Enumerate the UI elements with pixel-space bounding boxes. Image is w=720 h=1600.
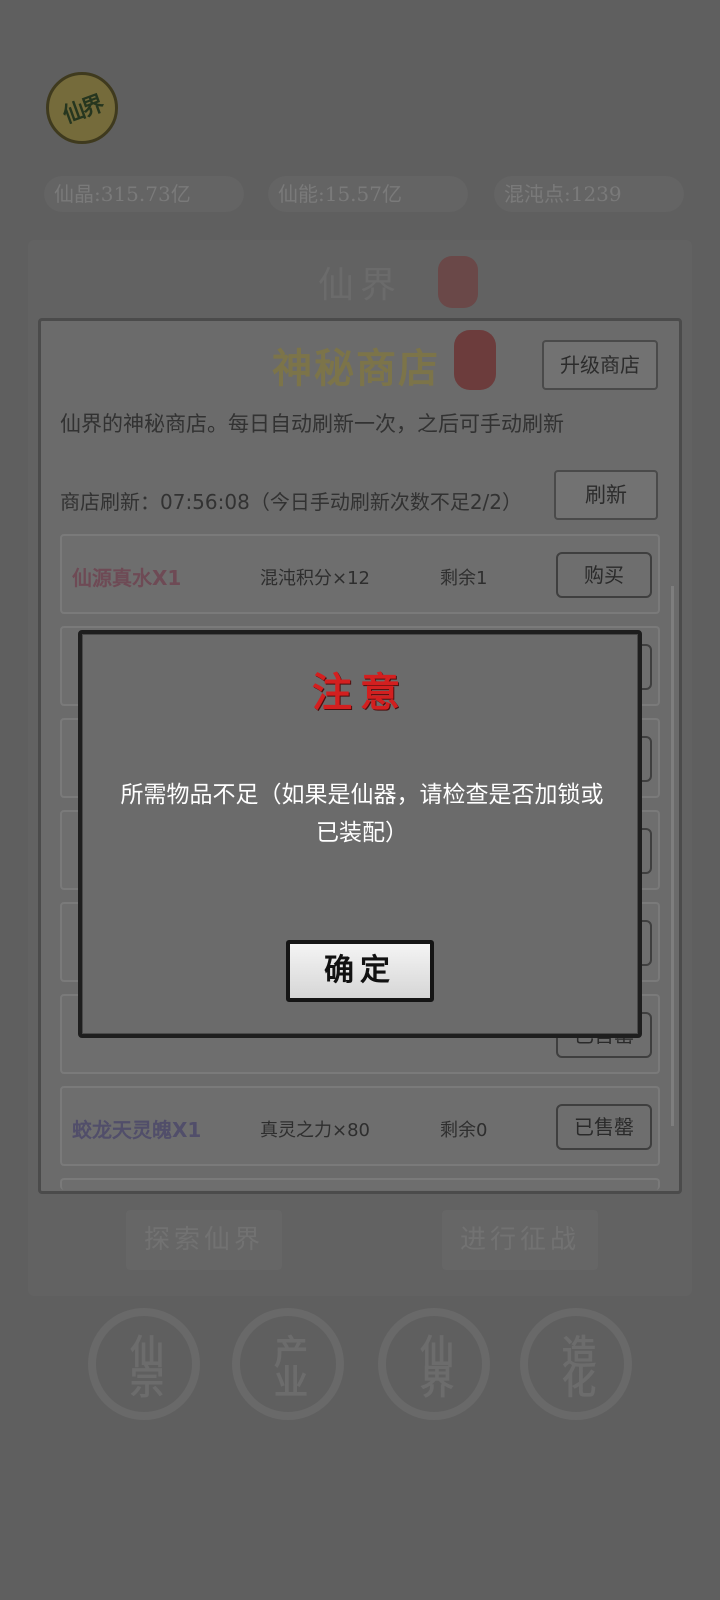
shop-item-row: 仙源真水X1 混沌积分×12 剩余1 购买 <box>60 534 660 614</box>
shop-description: 仙界的神秘商店。每日自动刷新一次，之后可手动刷新 <box>60 412 564 436</box>
refresh-button[interactable]: 刷新 <box>554 470 658 520</box>
item-name: 仙源真水X1 <box>72 566 182 590</box>
sold-out-button[interactable]: 已售罄 <box>556 1104 652 1150</box>
shop-item-row: 蛟龙天灵魄X1 真灵之力×80 剩余0 已售罄 <box>60 1086 660 1166</box>
avatar-label: 仙界 <box>59 90 106 129</box>
buy-button[interactable]: 购买 <box>556 552 652 598</box>
shop-item-row-partial <box>60 1178 660 1190</box>
item-cost: 混沌积分×12 <box>260 568 370 589</box>
refresh-timer: 商店刷新：07:56:08（今日手动刷新次数不足2/2） <box>60 490 523 514</box>
campaign-button[interactable]: 进行征战 <box>442 1210 598 1270</box>
dialog-title: 注意 <box>312 669 408 716</box>
shop-title: 神秘商店 <box>272 345 440 392</box>
dialog-message: 所需物品不足（如果是仙器，请检查是否加锁或已装配） <box>120 782 604 846</box>
nav-sect-label: 仙宗 <box>123 1334 164 1394</box>
nav-creation-button[interactable]: 造化 <box>520 1308 632 1420</box>
seal-icon <box>454 330 496 390</box>
seal-icon <box>438 256 478 308</box>
explore-realm-button[interactable]: 探索仙界 <box>126 1210 282 1270</box>
stat-xianneng: 仙能:15.57亿 <box>268 176 468 212</box>
stat-xianjing: 仙晶:315.73亿 <box>44 176 244 212</box>
item-name: 蛟龙天灵魄X1 <box>72 1118 202 1142</box>
upgrade-shop-button[interactable]: 升级商店 <box>542 340 658 390</box>
nav-industry-button[interactable]: 产业 <box>232 1308 344 1420</box>
stat-hundun-points: 混沌点:1239 <box>494 176 684 212</box>
item-remaining: 剩余0 <box>440 1120 488 1141</box>
nav-creation-label: 造化 <box>555 1334 596 1394</box>
nav-realm-button[interactable]: 仙界 <box>378 1308 490 1420</box>
realm-title: 仙界 <box>317 265 402 306</box>
item-cost: 真灵之力×80 <box>260 1120 370 1141</box>
confirm-button[interactable]: 确定 <box>286 940 434 1002</box>
nav-industry-label: 产业 <box>267 1334 308 1394</box>
nav-realm-label: 仙界 <box>413 1334 454 1394</box>
item-remaining: 剩余1 <box>440 568 488 589</box>
avatar[interactable]: 仙界 <box>46 72 118 144</box>
nav-sect-button[interactable]: 仙宗 <box>88 1308 200 1420</box>
